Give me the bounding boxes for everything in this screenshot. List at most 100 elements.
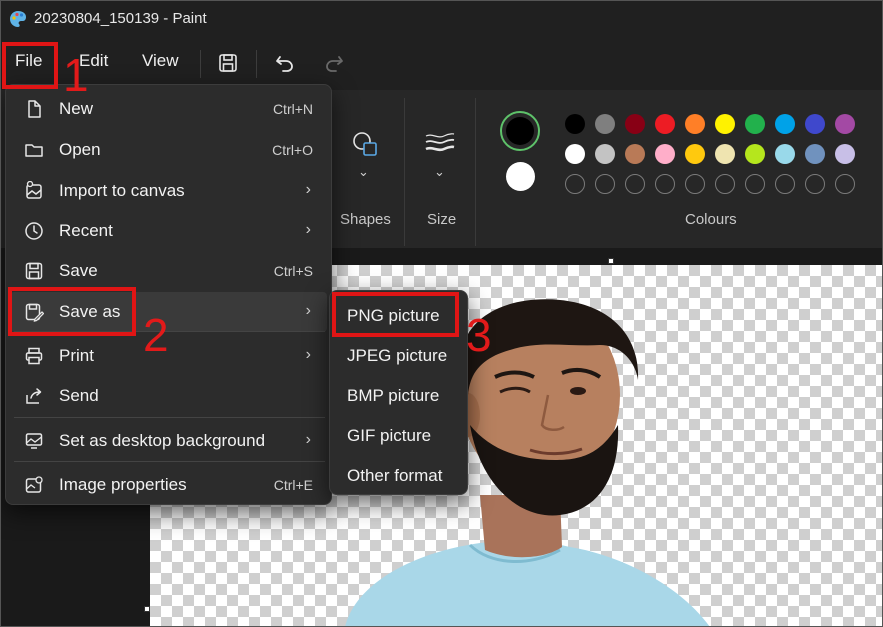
custom-colour-slot[interactable] [655,174,675,194]
chevron-right-icon: › [305,221,311,238]
submenu-item-label: BMP picture [347,386,440,405]
menu-item-label: New [59,99,94,118]
ribbon-divider [475,98,476,246]
custom-colour-slot[interactable] [745,174,765,194]
save-icon [25,262,43,280]
redo-icon[interactable] [323,52,345,74]
submenu-item-bmp-picture[interactable]: BMP picture [330,374,467,414]
shapes-group-label: Shapes [340,211,391,228]
desktop-background-icon [25,433,43,449]
shortcut-text: Ctrl+S [273,263,313,279]
title-bar: 20230804_150139 - Paint [0,0,883,38]
palette-colour-swatch[interactable] [775,114,795,134]
import-image-icon [26,181,42,199]
menu-item-save[interactable]: Save Ctrl+S [6,251,331,291]
shortcut-text: Ctrl+E [273,477,313,493]
palette-colour-swatch[interactable] [625,114,645,134]
annotation-step-2: 2 [143,309,169,361]
menu-item-label: Recent [59,221,113,240]
custom-colour-slot[interactable] [625,174,645,194]
palette-colour-swatch[interactable] [835,114,855,134]
save-icon[interactable] [217,52,239,74]
palette-colour-swatch[interactable] [655,114,675,134]
canvas-resize-handle-corner[interactable] [144,606,150,612]
primary-colour-swatch [506,117,534,145]
menu-item-import-to-canvas[interactable]: Import to canvas › [6,171,331,211]
new-file-icon [28,100,41,118]
custom-colour-slot[interactable] [835,174,855,194]
menu-item-label: Set as desktop background [59,431,266,450]
palette-colour-swatch[interactable] [745,144,765,164]
undo-icon[interactable] [274,52,296,74]
annotation-highlight-save-as [8,287,136,336]
size-group-label: Size [427,211,457,228]
menu-divider [256,50,257,78]
chevron-right-icon: › [305,431,311,448]
submenu-item-other-format[interactable]: Other format [330,454,467,494]
menu-divider [14,461,325,462]
brush-size-icon[interactable] [424,132,456,158]
menu-item-label: Print [59,346,94,365]
menu-item-send[interactable]: Send [6,376,331,416]
shortcut-text: Ctrl+O [272,142,313,158]
window-title: 20230804_150139 - Paint [34,10,207,27]
palette-colour-swatch[interactable] [655,144,675,164]
palette-colour-swatch[interactable] [715,144,735,164]
palette-colour-swatch[interactable] [805,144,825,164]
chevron-right-icon: › [305,181,311,198]
palette-colour-swatch[interactable] [685,114,705,134]
chevron-right-icon: › [305,346,311,363]
palette-colour-swatch[interactable] [595,144,615,164]
folder-icon [25,144,43,157]
submenu-item-label: JPEG picture [347,346,448,365]
ribbon-divider [404,98,405,246]
printer-icon [25,347,43,365]
submenu-item-jpeg-picture[interactable]: JPEG picture [330,334,467,374]
custom-colour-slot[interactable] [565,174,585,194]
menu-bar: File Edit View [0,38,883,90]
annotation-highlight-file [2,42,58,89]
palette-colour-swatch[interactable] [565,114,585,134]
annotation-highlight-png-picture [332,292,459,337]
canvas-resize-handle-top[interactable] [608,258,614,264]
annotation-step-3: 3 [466,309,492,361]
custom-colour-slot[interactable] [595,174,615,194]
submenu-item-label: Other format [347,466,443,485]
custom-colour-slot[interactable] [685,174,705,194]
palette-colour-swatch[interactable] [805,114,825,134]
submenu-item-gif-picture[interactable]: GIF picture [330,414,467,454]
palette-colour-swatch[interactable] [565,144,585,164]
paint-app-icon [10,11,26,27]
palette-colour-swatch[interactable] [745,114,765,134]
shapes-dropdown-chevron-icon[interactable]: ⌄ [358,164,369,180]
palette-colour-swatch[interactable] [685,144,705,164]
menu-item-label: Image properties [59,475,187,494]
shapes-icon[interactable] [351,130,379,158]
shortcut-text: Ctrl+N [272,101,313,117]
menu-item-image-properties[interactable]: Image properties Ctrl+E [6,465,331,505]
palette-colour-swatch[interactable] [775,144,795,164]
custom-colour-slot[interactable] [775,174,795,194]
image-properties-icon [25,476,43,493]
menu-divider [200,50,201,78]
menu-item-recent[interactable]: Recent › [6,211,331,251]
view-menu-button[interactable]: View [142,51,179,71]
menu-item-label: Send [59,386,99,405]
menu-item-set-as-desktop-background[interactable]: Set as desktop background › [6,421,331,461]
secondary-colour-swatch[interactable] [506,162,535,191]
custom-colour-slot[interactable] [805,174,825,194]
menu-item-label: Import to canvas [59,181,185,200]
chevron-right-icon: › [305,302,311,319]
palette-colour-swatch[interactable] [835,144,855,164]
size-dropdown-chevron-icon[interactable]: ⌄ [434,164,445,180]
custom-colour-slot[interactable] [715,174,735,194]
menu-item-open[interactable]: Open Ctrl+O [6,130,331,170]
menu-item-new[interactable]: New Ctrl+N [6,89,331,129]
clock-icon [25,222,43,240]
primary-colour-ring[interactable] [500,111,540,151]
menu-item-label: Open [59,140,101,159]
palette-colour-swatch[interactable] [595,114,615,134]
menu-item-label: Save [59,261,98,280]
palette-colour-swatch[interactable] [625,144,645,164]
palette-colour-swatch[interactable] [715,114,735,134]
